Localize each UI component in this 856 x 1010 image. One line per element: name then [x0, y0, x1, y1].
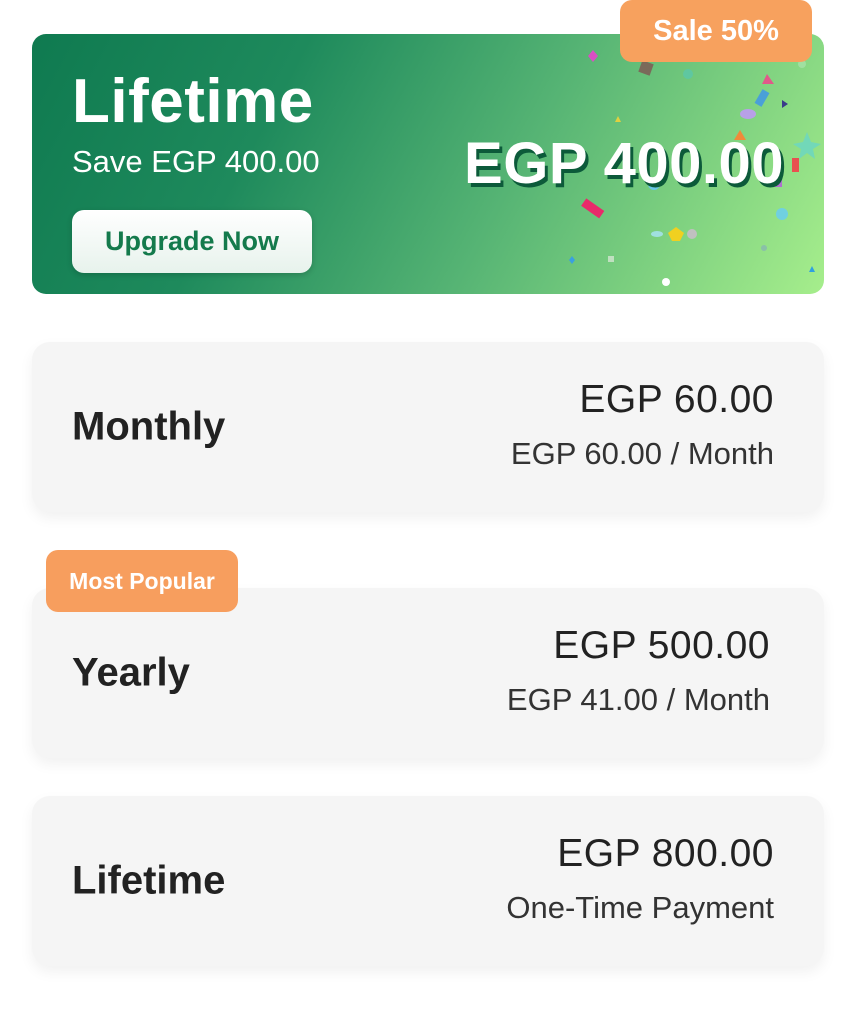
- lifetime-offer-card[interactable]: Lifetime Save EGP 400.00 Upgrade Now EGP…: [32, 34, 824, 294]
- hero-title: Lifetime: [72, 67, 314, 136]
- plan-name: Monthly: [72, 404, 226, 449]
- plan-price: EGP 500.00: [553, 624, 770, 667]
- most-popular-badge: Most Popular: [46, 550, 238, 612]
- plan-card-yearly[interactable]: Yearly EGP 500.00 EGP 41.00 / Month: [32, 588, 824, 758]
- plan-price-detail: EGP 60.00 / Month: [510, 436, 774, 471]
- plan-name: Yearly: [72, 650, 190, 695]
- plan-card-monthly[interactable]: Monthly EGP 60.00 EGP 60.00 / Month: [32, 342, 824, 512]
- hero-savings-text: Save EGP 400.00: [72, 144, 320, 179]
- plan-card-lifetime[interactable]: Lifetime EGP 800.00 One-Time Payment: [32, 796, 824, 966]
- hero-price: EGP 400.00: [464, 131, 784, 196]
- most-popular-label: Most Popular: [69, 567, 215, 594]
- plan-price: EGP 800.00: [557, 832, 774, 875]
- plan-price-detail: One-Time Payment: [506, 890, 774, 925]
- sale-badge: Sale 50%: [620, 0, 812, 62]
- upgrade-now-button[interactable]: Upgrade Now: [72, 210, 312, 273]
- sale-badge-label: Sale 50%: [653, 14, 779, 47]
- plan-price: EGP 60.00: [579, 378, 774, 421]
- plan-price-detail: EGP 41.00 / Month: [506, 682, 770, 717]
- plan-name: Lifetime: [72, 858, 226, 903]
